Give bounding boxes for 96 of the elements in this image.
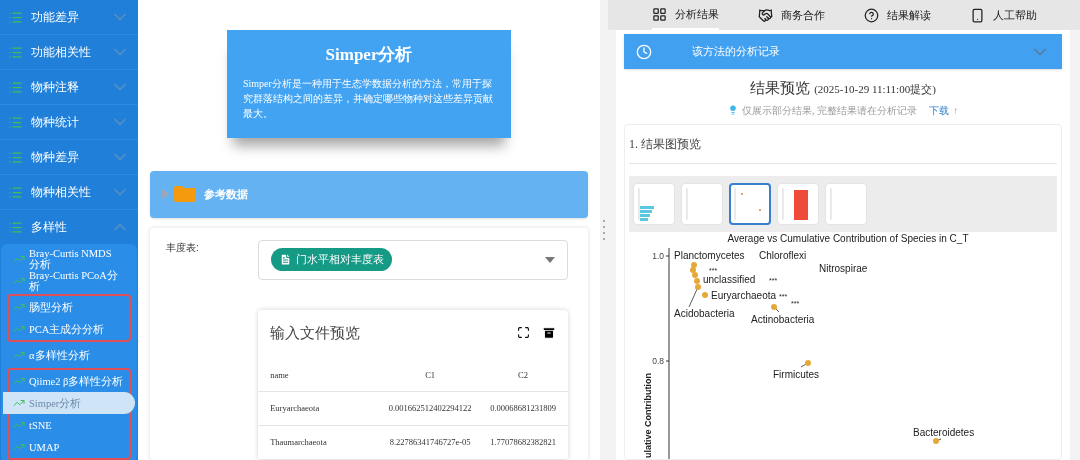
- sidebar-group[interactable]: 物种注释: [0, 70, 138, 104]
- tab[interactable]: 商务合作: [757, 0, 825, 30]
- submit-time: (2025-10-29 11:11:00提交): [814, 82, 936, 97]
- submenu-item[interactable]: Bray-Curtis PCoA分析: [9, 270, 129, 292]
- preview-title: 输入文件预览: [270, 323, 362, 343]
- data-point: [771, 303, 777, 310]
- y-tick: 0.8: [652, 355, 670, 366]
- intro-description: Simper分析是一种用于生态学数据分析的方法，常用于探究群落结构之间的差异，并确定哪些物种对这些差异贡献最大。: [243, 76, 494, 121]
- trend-icon: [13, 419, 25, 431]
- point-label: Acidobacteria: [674, 307, 735, 319]
- sidebar-group[interactable]: 功能相关性: [0, 35, 138, 69]
- trend-icon: [13, 441, 25, 453]
- sidebar-group[interactable]: 多样性: [0, 210, 138, 244]
- dropdown-caret-icon: [545, 256, 555, 263]
- clock-icon: [636, 43, 652, 60]
- sidebar-group[interactable]: 功能差异: [0, 0, 138, 34]
- y-tick: 1.0: [652, 250, 670, 261]
- submenu-item[interactable]: UMAP: [9, 436, 129, 458]
- submenu-item[interactable]: Bray-Curtis NMDS 分析: [9, 248, 129, 270]
- sidebar-group-label: 物种相关性: [31, 184, 92, 201]
- point-label: Nitrospirae: [819, 262, 868, 274]
- point-label: Actinobacteria: [751, 313, 815, 325]
- sidebar-group[interactable]: 物种差异: [0, 140, 138, 174]
- point-label: Chloroflexi: [759, 249, 807, 261]
- sidebar-group[interactable]: 物种统计: [0, 105, 138, 139]
- intro-title: Simper分析: [324, 44, 414, 67]
- submenu-item[interactable]: α多样性分析: [9, 344, 129, 366]
- tab[interactable]: 结果解读: [863, 0, 931, 30]
- caret-icon: [162, 189, 170, 200]
- point-label: Bacteroidetes: [913, 426, 975, 438]
- file-select[interactable]: 门水平相对丰度表: [258, 239, 568, 280]
- leader-line: [773, 306, 780, 312]
- table-cell: 0.00068681231809: [490, 402, 556, 415]
- submenu-item[interactable]: tSNE: [9, 414, 129, 436]
- grid-icon: [651, 6, 667, 22]
- list-icon: [8, 44, 23, 60]
- sidebar-group-label: 物种差异: [31, 149, 80, 166]
- arrow-up-glyph: ↑: [953, 103, 959, 118]
- point-label: Planctomycetes: [674, 249, 745, 261]
- table-cell-text: Euryarchaeota: [270, 402, 321, 415]
- submenu-item[interactable]: PCA主成分分析: [9, 318, 129, 340]
- plot-title: Average vs Cumulative Contribution of Species in C_T: [727, 232, 969, 244]
- sidebar-group-label: 功能差异: [31, 9, 80, 26]
- trend-icon: [13, 253, 25, 265]
- sidebar-group-label: 物种统计: [31, 114, 80, 131]
- history-bar[interactable]: 该方法的分析记录: [624, 34, 1062, 69]
- column-header: C2: [517, 369, 529, 382]
- lightbulb-icon: [727, 105, 738, 115]
- y-axis-label: ulative Contribution: [643, 372, 653, 458]
- section-title: 参考数据: [204, 187, 248, 203]
- sidebar-group-label: 多样性: [31, 219, 68, 236]
- tab[interactable]: 人工帮助: [969, 0, 1037, 30]
- column-header: C1: [424, 369, 437, 382]
- list-icon: [8, 149, 23, 165]
- column-header: name: [270, 369, 290, 382]
- list-icon: [8, 184, 23, 200]
- table-cell-text: 0.001662512402294122: [387, 402, 473, 415]
- point-label: Euryarchaeota: [711, 289, 777, 301]
- submenu-item[interactable]: 肠型分析: [9, 296, 129, 318]
- trend-icon: [13, 275, 25, 287]
- phone-icon: [969, 7, 985, 23]
- trend-icon: [13, 323, 25, 335]
- figure-thumbnail[interactable]: [729, 182, 771, 225]
- sidebar-group-label: 功能相关性: [31, 44, 92, 61]
- data-point: [933, 437, 939, 444]
- trend-icon: [13, 349, 25, 361]
- submenu-item[interactable]: Qiime2 β多样性分析: [9, 370, 129, 392]
- submenu-item[interactable]: Simper分析: [3, 392, 135, 414]
- folder-icon: [174, 186, 196, 203]
- point-label: Firmicutes: [773, 368, 820, 380]
- handshake-icon: [757, 7, 773, 23]
- help-icon: [863, 7, 879, 23]
- trend-icon: [13, 397, 25, 409]
- table-cell-text: 8.22786341746727e-05: [388, 436, 472, 449]
- list-icon: [8, 114, 23, 130]
- data-point: [805, 359, 811, 366]
- download-link[interactable]: 下载: [929, 102, 950, 118]
- point-label: unclassified: [703, 273, 756, 285]
- result-title: 结果预览: [750, 79, 811, 98]
- sidebar-group-label: 物种注释: [31, 79, 80, 96]
- trend-icon: [13, 375, 25, 387]
- list-icon: [8, 79, 23, 95]
- file-icon: [279, 253, 293, 266]
- table-cell-text: Thaumarchaeota: [270, 436, 328, 449]
- field-label: 丰度表:: [166, 240, 200, 255]
- figures-title: 1. 结果图预览: [629, 124, 1057, 164]
- reference-bar[interactable]: 参考数据: [150, 170, 588, 219]
- trend-icon: [13, 301, 25, 313]
- fullscreen-icon[interactable]: [517, 326, 530, 340]
- archive-icon[interactable]: [542, 325, 556, 340]
- result-note: 仅展示部分结果, 完整结果请在分析记录: [741, 103, 918, 118]
- list-icon: [8, 9, 23, 25]
- file-chip: 门水平相对丰度表: [271, 248, 393, 271]
- table-cell: 1.77078682382821: [490, 436, 556, 449]
- sidebar-group[interactable]: 物种相关性: [0, 175, 138, 209]
- list-icon: [8, 219, 23, 235]
